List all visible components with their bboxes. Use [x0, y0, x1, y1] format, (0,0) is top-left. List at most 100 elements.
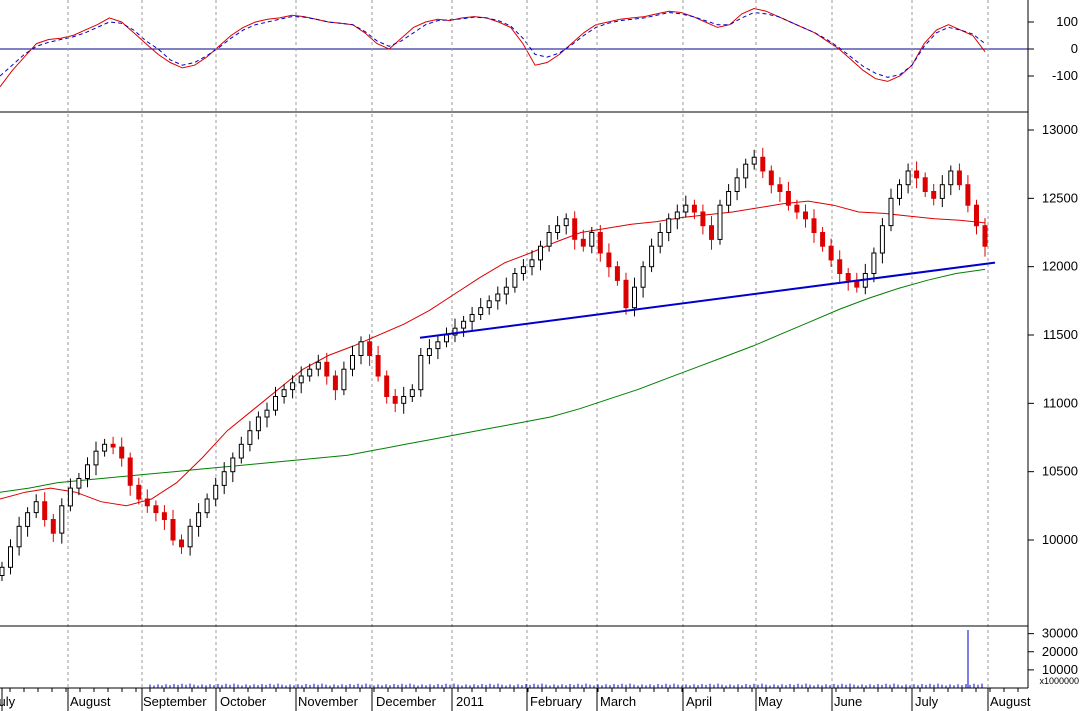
candle-body	[811, 218, 817, 234]
volume-tick-label: 10000	[1042, 662, 1078, 677]
candle-body	[102, 443, 108, 452]
candle-body	[59, 505, 65, 534]
candle-body	[332, 375, 338, 391]
candle-body	[384, 375, 390, 397]
candle-body	[777, 184, 783, 192]
month-label: December	[376, 694, 437, 709]
candle-body	[717, 204, 723, 240]
candle-body	[546, 232, 552, 247]
candle-body	[358, 341, 364, 356]
candle-body	[418, 355, 424, 391]
candle-body	[589, 232, 595, 247]
month-label: August	[990, 694, 1031, 709]
volume-tick-label: 30000	[1042, 626, 1078, 641]
candle-body	[614, 266, 620, 281]
candle-body	[529, 259, 535, 268]
candle-body	[785, 191, 791, 206]
candle-body	[25, 512, 31, 527]
candle-body	[478, 307, 484, 316]
month-label: July	[915, 694, 939, 709]
candle-body	[640, 266, 646, 288]
month-label: August	[70, 694, 111, 709]
candle-body	[623, 279, 629, 309]
candle-body	[179, 539, 184, 548]
month-label: March	[600, 694, 636, 709]
candle-body	[144, 498, 150, 507]
candle-body	[247, 430, 253, 445]
candle-body	[290, 382, 296, 391]
candle-body	[469, 314, 475, 322]
candle-body	[572, 218, 578, 240]
candle-body	[401, 396, 407, 404]
candle-body	[563, 218, 569, 227]
candle-body	[768, 170, 774, 186]
candle-body	[204, 498, 210, 514]
candle-body	[435, 341, 441, 350]
candle-body	[897, 184, 902, 199]
candlesticks	[0, 147, 988, 581]
candle-body	[922, 177, 928, 193]
stock-chart: 100 0 -100 13000 12500 12000 11500 11000 10500 10…	[0, 0, 1079, 711]
month-gridlines	[67, 0, 989, 688]
candle-body	[837, 259, 843, 274]
candle-body	[982, 225, 988, 247]
candle-body	[914, 170, 920, 179]
candle-body	[871, 252, 877, 274]
candle-body	[367, 341, 373, 356]
candle-body	[93, 450, 99, 466]
month-label: July	[0, 694, 16, 709]
oscillator-series-group	[0, 7, 986, 88]
candle-body	[709, 225, 714, 240]
candle-body	[649, 245, 655, 268]
candle-body	[221, 471, 227, 486]
candle-body	[461, 320, 467, 329]
candle-body	[512, 273, 518, 288]
price-panel	[0, 0, 996, 688]
candle-body	[794, 204, 800, 213]
candle-body	[580, 238, 586, 247]
volume-panel	[0, 625, 1028, 688]
candle-body	[691, 204, 697, 213]
candle-body	[281, 389, 287, 398]
moving-average-long	[0, 268, 986, 493]
candle-body	[136, 484, 142, 500]
candle-body	[666, 218, 672, 234]
candle-body	[939, 184, 945, 199]
candle-body	[341, 368, 347, 391]
candle-body	[683, 204, 689, 213]
oscillator-tick-label: 100	[1056, 14, 1078, 29]
price-tick-label: 10000	[1042, 532, 1078, 547]
candle-body	[520, 266, 526, 275]
candle-body	[828, 245, 834, 261]
candle-body	[230, 457, 236, 473]
candle-body	[187, 525, 193, 548]
candle-body	[751, 156, 757, 165]
x-axis-ticks: July August September October November Decemb…	[0, 688, 1031, 711]
candle-body	[486, 300, 492, 309]
candle-body	[426, 348, 432, 357]
price-tick-label: 13000	[1042, 122, 1078, 137]
candle-body	[8, 546, 13, 568]
candle-body	[606, 252, 612, 268]
candle-body	[409, 389, 415, 398]
price-tick-label: 11500	[1043, 327, 1078, 342]
candle-body	[726, 191, 732, 206]
candle-body	[119, 446, 125, 459]
moving-average-short	[0, 200, 986, 507]
candle-body	[213, 484, 219, 500]
candle-body	[974, 204, 979, 227]
moving-averages	[0, 200, 986, 507]
month-label: May	[758, 694, 783, 709]
candle-body	[196, 512, 202, 527]
candle-body	[803, 211, 808, 220]
volume-unit-label: x1000000	[1039, 676, 1079, 686]
candle-body	[273, 396, 278, 411]
candle-body	[674, 211, 680, 220]
month-label: October	[220, 694, 267, 709]
candle-body	[820, 232, 826, 247]
oscillator-panel	[0, 7, 1028, 113]
oscillator-tick-label: 0	[1071, 41, 1078, 56]
candle-body	[50, 519, 56, 534]
month-label: February	[530, 694, 583, 709]
candle-body	[255, 416, 261, 432]
